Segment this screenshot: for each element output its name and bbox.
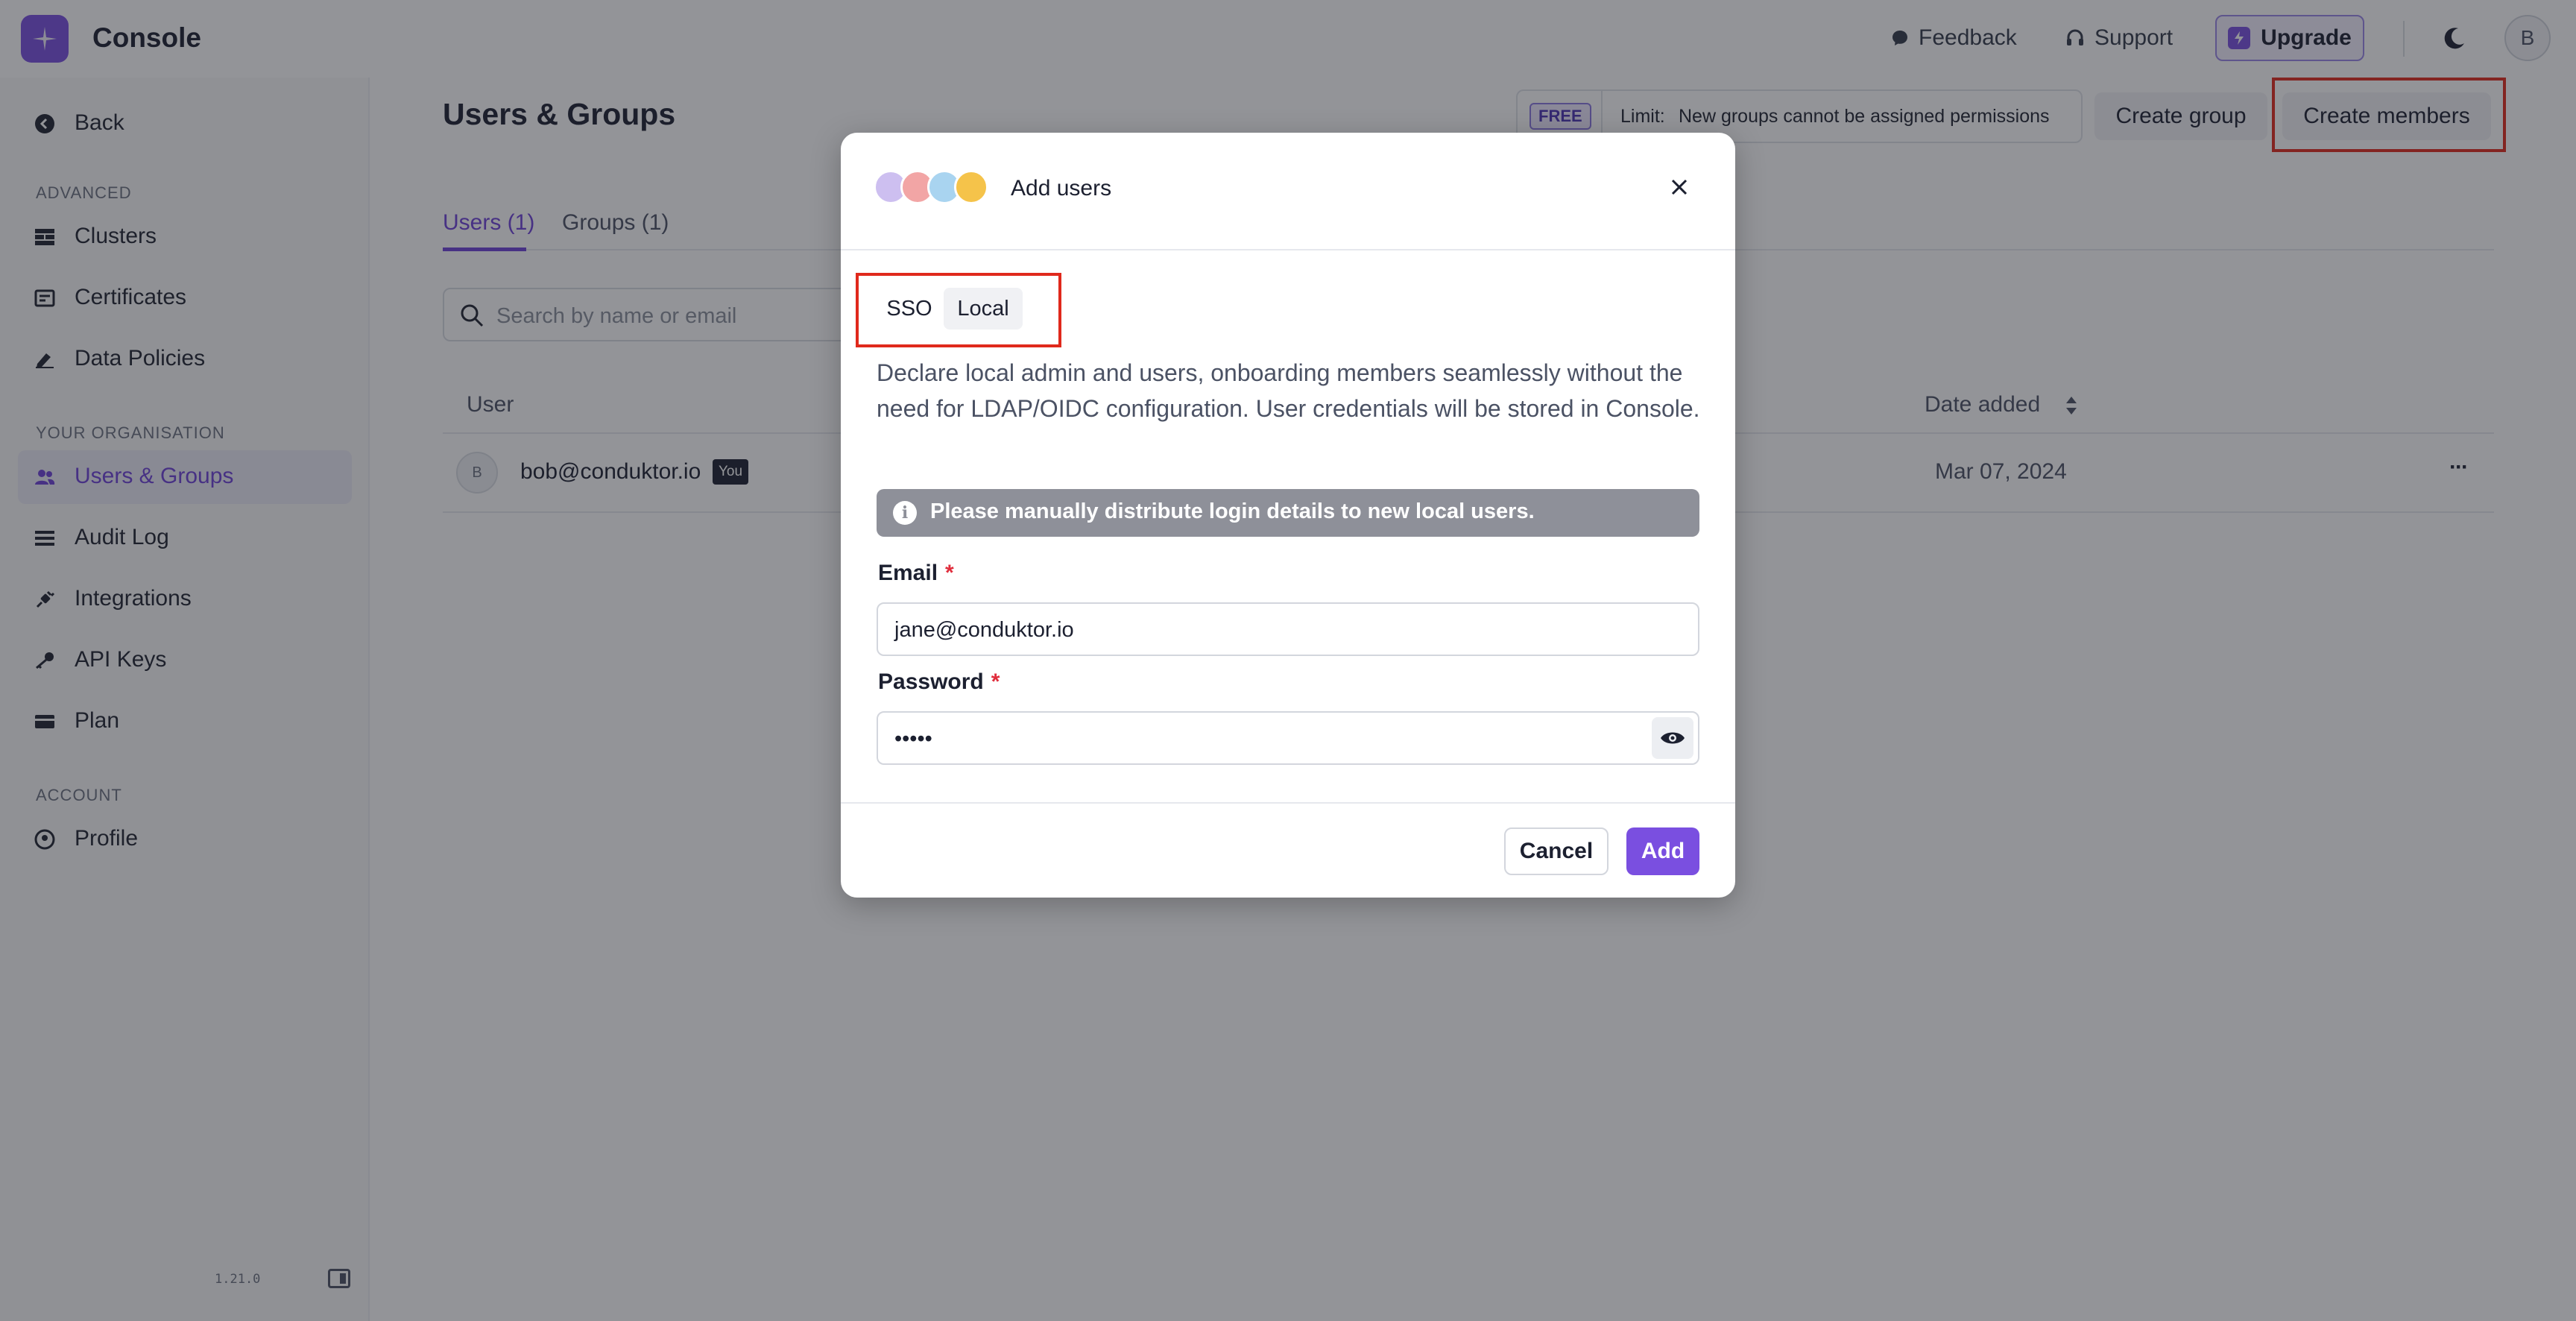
info-banner: i Please manually distribute login detai…: [877, 489, 1699, 537]
info-text: Please manually distribute login details…: [930, 499, 1535, 523]
password-label: Password *: [878, 669, 1000, 694]
show-password-button[interactable]: [1652, 717, 1693, 759]
email-field[interactable]: jane@conduktor.io: [877, 602, 1699, 656]
close-icon[interactable]: [1665, 173, 1693, 201]
email-value: jane@conduktor.io: [894, 618, 1074, 642]
cancel-button[interactable]: Cancel: [1504, 827, 1609, 875]
add-button[interactable]: Add: [1626, 827, 1699, 875]
required-mark: *: [991, 669, 1000, 694]
highlight-auth-tabs: [856, 273, 1061, 347]
eye-icon: [1661, 732, 1685, 744]
password-field[interactable]: •••••: [877, 711, 1699, 765]
modal-header: Add users: [841, 133, 1735, 250]
modal-title: Add users: [1011, 176, 1112, 201]
email-label: Email *: [878, 561, 954, 585]
modal-footer-divider: [841, 802, 1735, 804]
password-value: •••••: [894, 727, 932, 751]
avatar-face-icon: [954, 170, 988, 204]
modal-description: Declare local admin and users, onboardin…: [877, 359, 1700, 422]
info-icon: i: [893, 501, 917, 525]
add-users-modal: Add users SSO Local Declare local admin …: [841, 133, 1735, 898]
required-mark: *: [945, 561, 954, 585]
